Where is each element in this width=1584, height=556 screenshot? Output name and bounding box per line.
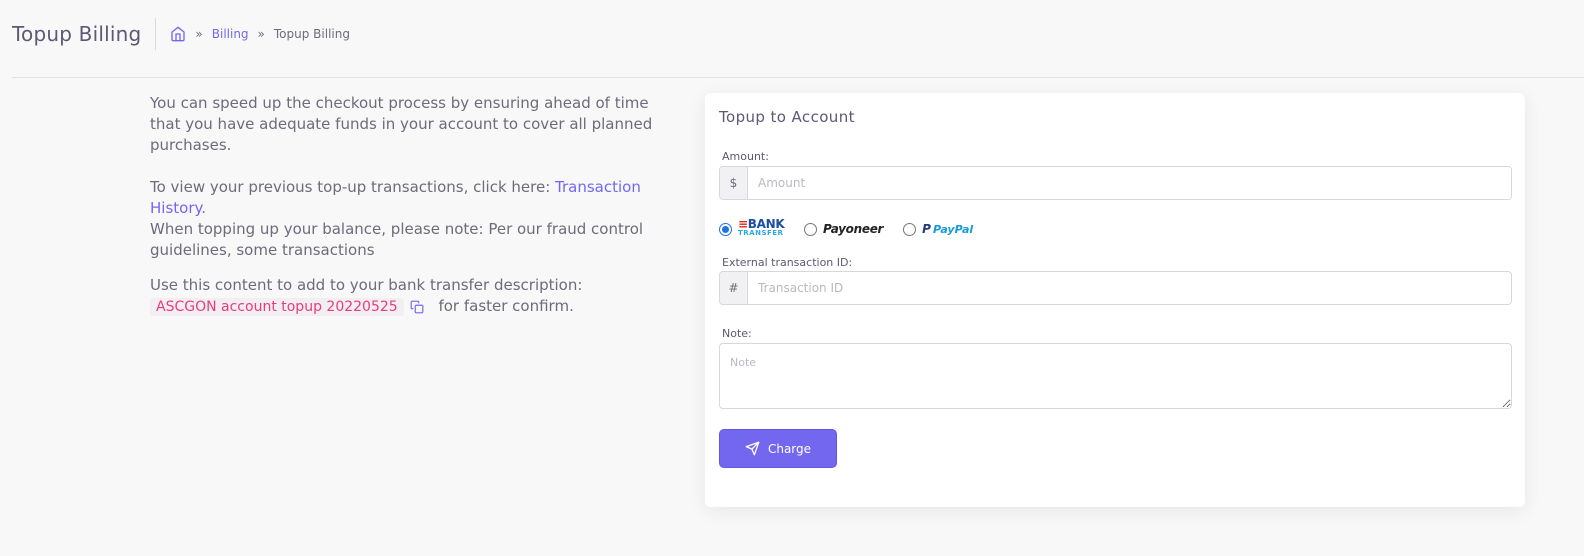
amount-input[interactable] [748, 167, 1511, 199]
amount-label: Amount: [722, 150, 769, 163]
paypal-logo-text: PayPal [932, 223, 974, 236]
transaction-id-input[interactable] [748, 272, 1511, 304]
breadcrumb-separator: » [257, 27, 265, 41]
charge-button-label: Charge [767, 441, 812, 456]
breadcrumb-item-billing[interactable]: Billing [212, 27, 249, 41]
topup-card: Topup to Account Amount: $ ≡BANK TRANSFE… [705, 93, 1525, 507]
payment-methods: ≡BANK TRANSFER Payoneer P PayPal [719, 217, 993, 238]
topup-description-code: ASCGON account topup 20220525 [150, 298, 404, 316]
fraud-note: When topping up your balance, please not… [150, 220, 644, 259]
payment-method-bank-transfer[interactable]: ≡BANK TRANSFER [719, 217, 785, 238]
page-title: Topup Billing [12, 18, 157, 50]
transaction-id-label: External transaction ID: [722, 256, 853, 269]
copy-icon[interactable] [410, 299, 424, 320]
note-label: Note: [722, 327, 752, 340]
history-prefix: To view your previous top-up transaction… [150, 178, 556, 196]
breadcrumb-item-current: Topup Billing [273, 27, 350, 41]
card-title: Topup to Account [719, 108, 855, 126]
bank-transfer-radio[interactable] [719, 222, 732, 236]
charge-button[interactable]: Charge [719, 429, 837, 468]
payoneer-logo: Payoneer [823, 222, 884, 236]
hash-addon: # [720, 272, 748, 304]
description-suffix: for faster confirm. [438, 297, 574, 315]
bank-transfer-logo: ≡BANK TRANSFER [738, 217, 785, 237]
intro-text: You can speed up the checkout process by… [150, 94, 653, 154]
transaction-id-input-group: # [719, 271, 1512, 305]
header-divider [12, 77, 1584, 78]
payment-method-paypal[interactable]: P PayPal [903, 222, 973, 236]
send-icon [745, 441, 760, 456]
breadcrumb-separator: » [195, 27, 203, 41]
payoneer-radio[interactable] [804, 222, 817, 236]
bank-transfer-logo-line2: TRANSFER [738, 229, 784, 237]
paypal-logo: P PayPal [922, 222, 974, 236]
page-header: Topup Billing » Billing » Topup Billing [12, 14, 350, 54]
note-textarea[interactable] [719, 343, 1512, 409]
history-text: To view your previous top-up transaction… [150, 177, 680, 219]
dollar-addon: $ [720, 167, 748, 199]
description-line: ASCGON account topup 20220525 for faster… [150, 296, 680, 320]
home-icon[interactable] [170, 26, 186, 42]
amount-input-group: $ [719, 166, 1512, 200]
info-panel: You can speed up the checkout process by… [150, 93, 680, 320]
payment-method-payoneer[interactable]: Payoneer [804, 222, 883, 236]
breadcrumb: » Billing » Topup Billing [170, 26, 350, 42]
description-instruction: Use this content to add to your bank tra… [150, 276, 583, 294]
paypal-radio[interactable] [903, 222, 917, 236]
